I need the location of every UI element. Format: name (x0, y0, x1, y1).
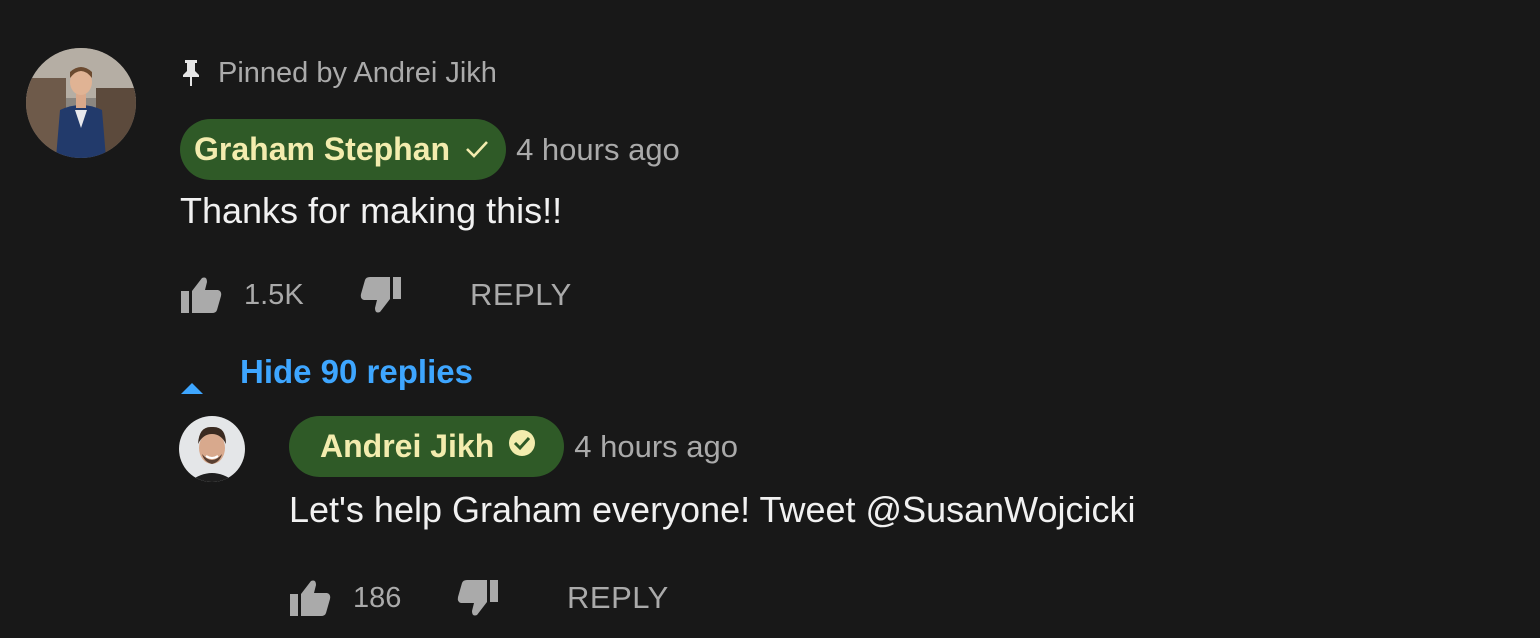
reply-actions: 186 REPLY (289, 573, 669, 623)
reply-avatar[interactable] (179, 416, 245, 482)
thumbs-down-icon (360, 277, 401, 313)
reply-button[interactable]: REPLY (470, 277, 572, 313)
comment-header: Graham Stephan 4 hours ago (180, 119, 680, 180)
thumbs-up-icon (181, 277, 222, 313)
reply-like-button[interactable] (289, 578, 331, 618)
avatar[interactable] (26, 48, 136, 158)
comment-text: Thanks for making this!! (180, 190, 563, 231)
hide-replies-label: Hide 90 replies (240, 353, 473, 390)
thumbs-up-icon (290, 580, 331, 616)
reply-text: Let's help Graham everyone! Tweet @Susan… (289, 489, 1136, 530)
pinned-label: Pinned by Andrei Jikh (180, 52, 497, 94)
reply-author-name-chip[interactable]: Andrei Jikh (289, 416, 565, 477)
author-name: Graham Stephan (194, 131, 451, 167)
verified-badge-icon (508, 428, 536, 465)
dislike-button[interactable] (360, 275, 402, 315)
pinned-text: Pinned by Andrei Jikh (218, 56, 497, 89)
like-count: 1.5K (244, 278, 304, 311)
reply-timestamp[interactable]: 4 hours ago (574, 429, 738, 465)
pin-icon (180, 58, 202, 88)
thumbs-down-icon (457, 580, 498, 616)
reply-dislike-button[interactable] (457, 578, 499, 618)
caret-up-icon (180, 365, 204, 394)
hide-replies-button[interactable]: Hide 90 replies (180, 348, 473, 396)
like-button[interactable] (180, 275, 222, 315)
reply-author-name: Andrei Jikh (320, 428, 495, 464)
author-name-chip[interactable]: Graham Stephan (180, 119, 507, 180)
comment-actions: 1.5K REPLY (180, 270, 572, 320)
reply-header: Andrei Jikh 4 hours ago (289, 416, 738, 477)
comment-thread: Pinned by Andrei Jikh Graham Stephan 4 h… (0, 0, 1540, 638)
verified-check-icon (464, 131, 490, 168)
reply-reply-button[interactable]: REPLY (567, 580, 669, 616)
comment-timestamp[interactable]: 4 hours ago (516, 132, 680, 168)
reply-like-count: 186 (353, 581, 402, 614)
